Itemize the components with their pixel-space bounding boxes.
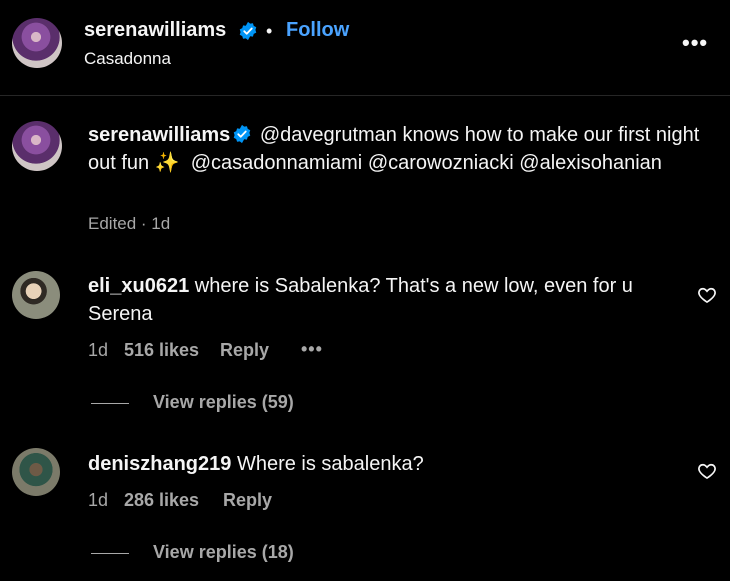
comment-time: 1d	[88, 340, 109, 360]
mention-carowozniacki[interactable]: @carowozniacki	[368, 152, 514, 174]
reply-button[interactable]: Reply	[223, 490, 272, 511]
comment-more-icon[interactable]: •••	[301, 339, 323, 360]
view-replies-button[interactable]: View replies (18)	[153, 542, 294, 563]
view-replies-button[interactable]: View replies (59)	[153, 392, 294, 413]
heart-icon[interactable]	[697, 285, 717, 305]
follow-button[interactable]: Follow	[286, 19, 349, 42]
post-username[interactable]: serenawilliams	[84, 19, 226, 42]
comment-time: 1d	[88, 490, 109, 510]
location-link[interactable]: Casadonna	[84, 49, 171, 69]
comment-likes[interactable]: 286 likes	[124, 490, 199, 511]
mention-alexisohanian[interactable]: @alexisohanian	[519, 152, 662, 174]
caption-meta: Edited · 1d	[88, 214, 171, 233]
heart-icon[interactable]	[697, 461, 717, 481]
separator-dot: •	[266, 21, 273, 41]
post-caption: serenawilliams @davegrutman knows how to…	[88, 121, 708, 177]
caption-avatar[interactable]	[12, 121, 62, 171]
post-header: serenawilliams • Follow Casadonna •••	[0, 0, 730, 96]
verified-badge-icon	[234, 124, 251, 144]
more-options-icon[interactable]: •••	[682, 30, 708, 56]
reply-button[interactable]: Reply	[220, 340, 269, 361]
caption-username[interactable]: serenawilliams	[88, 124, 230, 146]
comment-avatar[interactable]	[12, 271, 60, 319]
view-replies-divider	[91, 553, 129, 554]
comment-text: Where is sabalenka?	[236, 453, 424, 475]
avatar[interactable]	[12, 18, 62, 68]
comment-avatar[interactable]	[12, 448, 60, 496]
view-replies-divider	[91, 403, 129, 404]
comment-body: eli_xu0621 where is Sabalenka? That's a …	[88, 272, 678, 328]
verified-badge-icon	[239, 21, 257, 41]
sparkles-emoji: ✨	[154, 152, 180, 174]
comment-username[interactable]: deniszhang219	[88, 453, 231, 475]
comment-username[interactable]: eli_xu0621	[88, 275, 189, 297]
comment-likes[interactable]: 516 likes	[124, 340, 199, 361]
comment-meta: 1d	[88, 340, 108, 361]
mention-casadonnamiami[interactable]: @casadonnamiami	[191, 152, 363, 174]
comment-body: deniszhang219 Where is sabalenka?	[88, 450, 678, 478]
